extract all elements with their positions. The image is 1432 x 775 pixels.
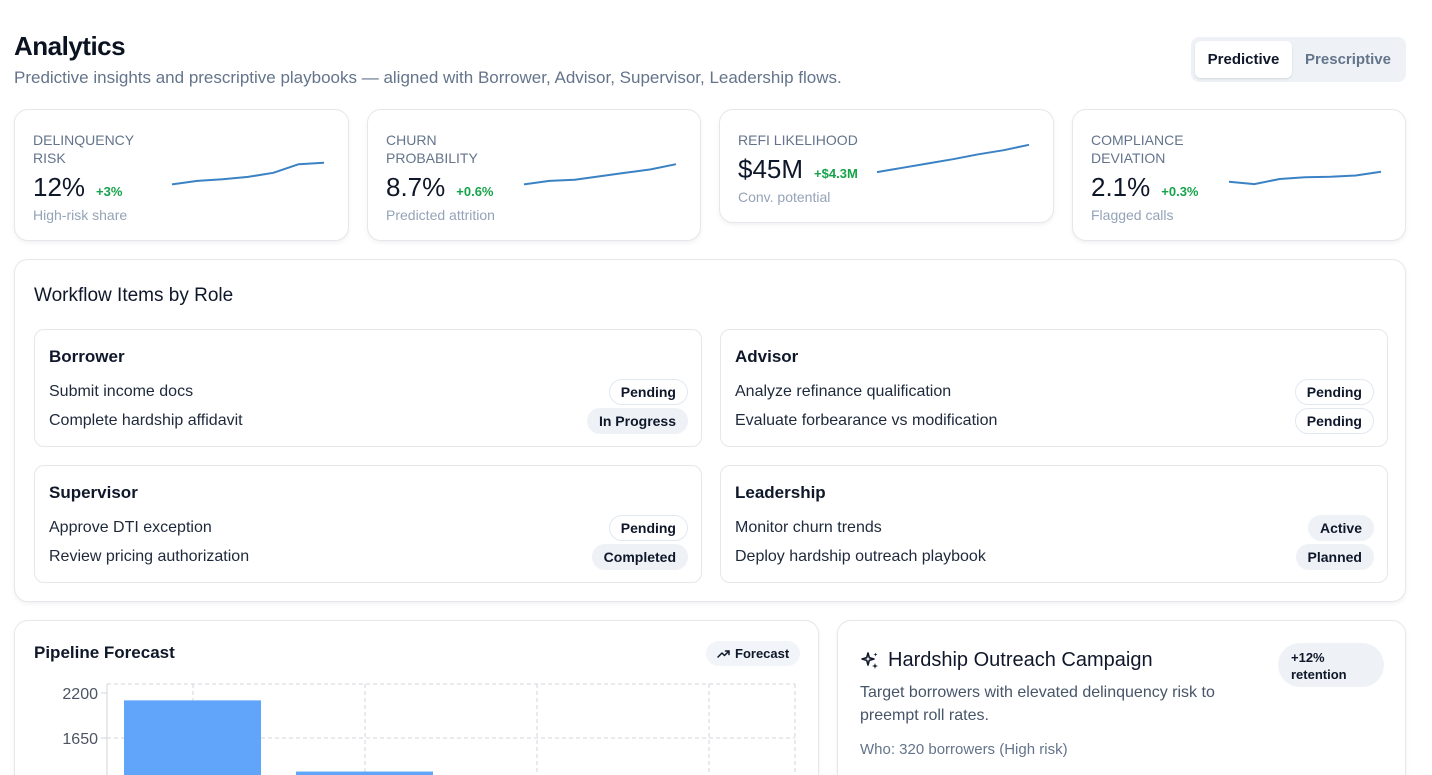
kpi-label: Compliance Deviation [1091, 132, 1184, 166]
sparkline [171, 161, 325, 186]
forecast-bar [124, 700, 261, 775]
workflow-item[interactable]: Complete hardship affidavit In Progress [49, 407, 688, 435]
sparkline [876, 143, 1030, 174]
workflow-item-text: Analyze refinance qualification [735, 383, 952, 400]
page-title: Analytics [14, 31, 126, 61]
workflow-item-text: Submit income docs [49, 383, 194, 400]
kpi-card-churn-probability: Churn Probability 8.7% +0.6% Predicted a… [367, 109, 701, 241]
role-title: Advisor [735, 347, 799, 366]
sparkline-path [523, 163, 677, 186]
kpi-value: 12% [33, 172, 86, 202]
kpi-delta: +3% [96, 184, 123, 199]
workflow-item[interactable]: Submit income docs Pending [49, 378, 688, 406]
status-badge: Pending [1294, 408, 1374, 434]
kpi-card-refi-likelihood: Refi Likelihood $45M +$4.3M Conv. potent… [719, 109, 1054, 223]
kpi-value: 2.1% [1091, 172, 1151, 202]
pipeline-forecast-card: Pipeline Forecast Forecast 2200 1650 [14, 620, 819, 775]
role-title: Supervisor [49, 483, 138, 502]
workflow-item-text: Deploy hardship outreach playbook [735, 548, 986, 565]
sparkline-path [1228, 170, 1382, 186]
forecast-bar-chart: 2200 1650 [62, 683, 796, 775]
kpi-subtitle: Predicted attrition [386, 207, 495, 223]
role-title: Borrower [49, 347, 125, 366]
workflow-item-text: Monitor churn trends [735, 519, 882, 536]
kpi-subtitle: Conv. potential [738, 189, 831, 205]
y-tick-label: 1650 [62, 731, 98, 748]
campaign-title: Hardship Outreach Campaign [888, 649, 1153, 671]
y-tick-label: 2200 [62, 686, 98, 703]
status-badge: Pending [608, 379, 688, 405]
kpi-card-delinquency-risk: Delinquency Risk 12% +3% High-risk share [14, 109, 349, 241]
sparkline [523, 163, 677, 186]
workflow-item-text: Review pricing authorization [49, 548, 250, 565]
workflow-item[interactable]: Monitor churn trends Active [735, 514, 1374, 542]
workflow-panel-title: Workflow Items by Role [34, 285, 234, 306]
workflow-item[interactable]: Analyze refinance qualification Pending [735, 378, 1374, 406]
kpi-label: Churn Probability [386, 132, 478, 166]
kpi-value: $45M [738, 154, 804, 184]
status-badge: Planned [1295, 544, 1374, 570]
campaign-card: Hardship Outreach Campaign Target borrow… [837, 620, 1406, 775]
status-badge: Completed [591, 544, 688, 570]
kpi-label: Delinquency Risk [33, 132, 134, 166]
status-badge: In Progress [586, 408, 688, 434]
workflow-panel: Workflow Items by Role Borrower Submit i… [14, 259, 1406, 602]
kpi-delta: +0.6% [456, 184, 494, 199]
workflow-item[interactable]: Review pricing authorization Completed [49, 543, 688, 571]
mode-toggle: Predictive Prescriptive [1191, 37, 1406, 82]
sparkline [1228, 170, 1382, 186]
sparkles-icon [861, 651, 878, 669]
campaign-audience: Who: 320 borrowers (High risk) [860, 741, 1068, 758]
sparkline-path [171, 161, 325, 186]
workflow-item-text: Evaluate forbearance vs modification [735, 412, 998, 429]
prescriptive-tab[interactable]: Prescriptive [1294, 41, 1402, 78]
workflow-item[interactable]: Evaluate forbearance vs modification Pen… [735, 407, 1374, 435]
retention-badge-label: retention [1291, 667, 1347, 682]
kpi-subtitle: High-risk share [33, 207, 128, 223]
retention-badge-value: +12% [1291, 650, 1325, 665]
workflow-item[interactable]: Approve DTI exception Pending [49, 514, 688, 542]
status-badge: Active [1307, 515, 1374, 541]
campaign-description: Target borrowers with elevated delinquen… [860, 684, 1215, 724]
role-card-leadership: Leadership Monitor churn trends Active D… [720, 465, 1388, 583]
kpi-delta: +0.3% [1161, 184, 1199, 199]
kpi-card-compliance-deviation: Compliance Deviation 2.1% +0.3% Flagged … [1072, 109, 1406, 241]
page-subtitle: Predictive insights and prescriptive pla… [14, 68, 842, 87]
kpi-value: 8.7% [386, 172, 446, 202]
role-card-supervisor: Supervisor Approve DTI exception Pending… [34, 465, 702, 583]
kpi-subtitle: Flagged calls [1091, 207, 1174, 223]
role-card-borrower: Borrower Submit income docs Pending Comp… [34, 329, 702, 447]
workflow-item[interactable]: Deploy hardship outreach playbook Planne… [735, 543, 1374, 571]
role-card-advisor: Advisor Analyze refinance qualification … [720, 329, 1388, 447]
status-badge: Pending [608, 515, 688, 541]
forecast-bar [296, 771, 433, 775]
kpi-delta: +$4.3M [814, 166, 858, 181]
sparkline-path [876, 143, 1030, 174]
workflow-item-text: Approve DTI exception [49, 519, 212, 536]
retention-badge: +12% retention [1278, 643, 1384, 687]
status-badge: Pending [1294, 379, 1374, 405]
workflow-item-text: Complete hardship affidavit [49, 412, 243, 429]
predictive-tab[interactable]: Predictive [1195, 41, 1292, 78]
role-title: Leadership [735, 483, 826, 502]
